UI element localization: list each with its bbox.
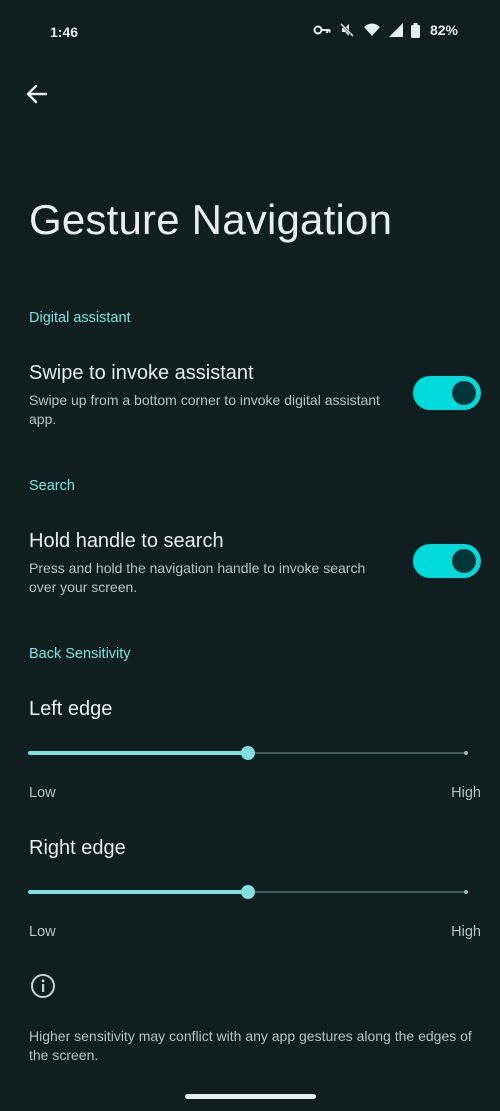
slider-start-dot bbox=[28, 890, 32, 894]
left-edge-high-label: High bbox=[451, 785, 481, 801]
info-icon bbox=[30, 973, 56, 1004]
signal-icon bbox=[388, 23, 403, 37]
mute-icon bbox=[339, 22, 355, 38]
section-header-search: Search bbox=[29, 478, 75, 494]
page-title: Gesture Navigation bbox=[29, 196, 393, 243]
slider-thumb[interactable] bbox=[241, 885, 255, 899]
section-header-back-sensitivity: Back Sensitivity bbox=[29, 646, 131, 662]
left-edge-label: Left edge bbox=[29, 698, 113, 720]
slider-thumb[interactable] bbox=[241, 746, 255, 760]
right-edge-high-label: High bbox=[451, 924, 481, 940]
left-edge-slider[interactable] bbox=[28, 743, 468, 763]
slider-end-dot bbox=[464, 890, 468, 894]
wifi-icon bbox=[363, 23, 381, 37]
setting-title: Swipe to invoke assistant bbox=[29, 362, 254, 384]
status-icons: 82% bbox=[313, 22, 458, 38]
right-edge-low-label: Low bbox=[29, 924, 56, 940]
right-edge-slider[interactable] bbox=[28, 882, 468, 902]
slider-end-dot bbox=[464, 751, 468, 755]
vpn-key-icon bbox=[313, 24, 331, 36]
setting-description: Swipe up from a bottom corner to invoke … bbox=[29, 392, 380, 427]
swipe-assistant-toggle[interactable] bbox=[413, 376, 481, 410]
slider-track-active bbox=[29, 751, 248, 755]
status-bar: 1:46 82% bbox=[0, 0, 500, 62]
toggle-thumb bbox=[452, 381, 476, 405]
slider-track-active bbox=[29, 890, 248, 894]
right-edge-label: Right edge bbox=[29, 837, 126, 859]
arrow-back-icon bbox=[25, 84, 48, 109]
left-edge-low-label: Low bbox=[29, 785, 56, 801]
battery-icon bbox=[410, 22, 420, 38]
footer-note: Higher sensitivity may conflict with any… bbox=[29, 1028, 472, 1063]
setting-description: Press and hold the navigation handle to … bbox=[29, 560, 366, 595]
slider-start-dot bbox=[28, 751, 32, 755]
toggle-thumb bbox=[452, 549, 476, 573]
hold-handle-search-toggle[interactable] bbox=[413, 544, 481, 578]
status-time: 1:46 bbox=[50, 24, 79, 40]
battery-percent: 82% bbox=[429, 22, 458, 38]
back-button[interactable] bbox=[18, 78, 54, 114]
gesture-nav-handle[interactable] bbox=[185, 1094, 316, 1099]
setting-title: Hold handle to search bbox=[29, 530, 224, 552]
section-header-digital-assistant: Digital assistant bbox=[29, 310, 131, 326]
